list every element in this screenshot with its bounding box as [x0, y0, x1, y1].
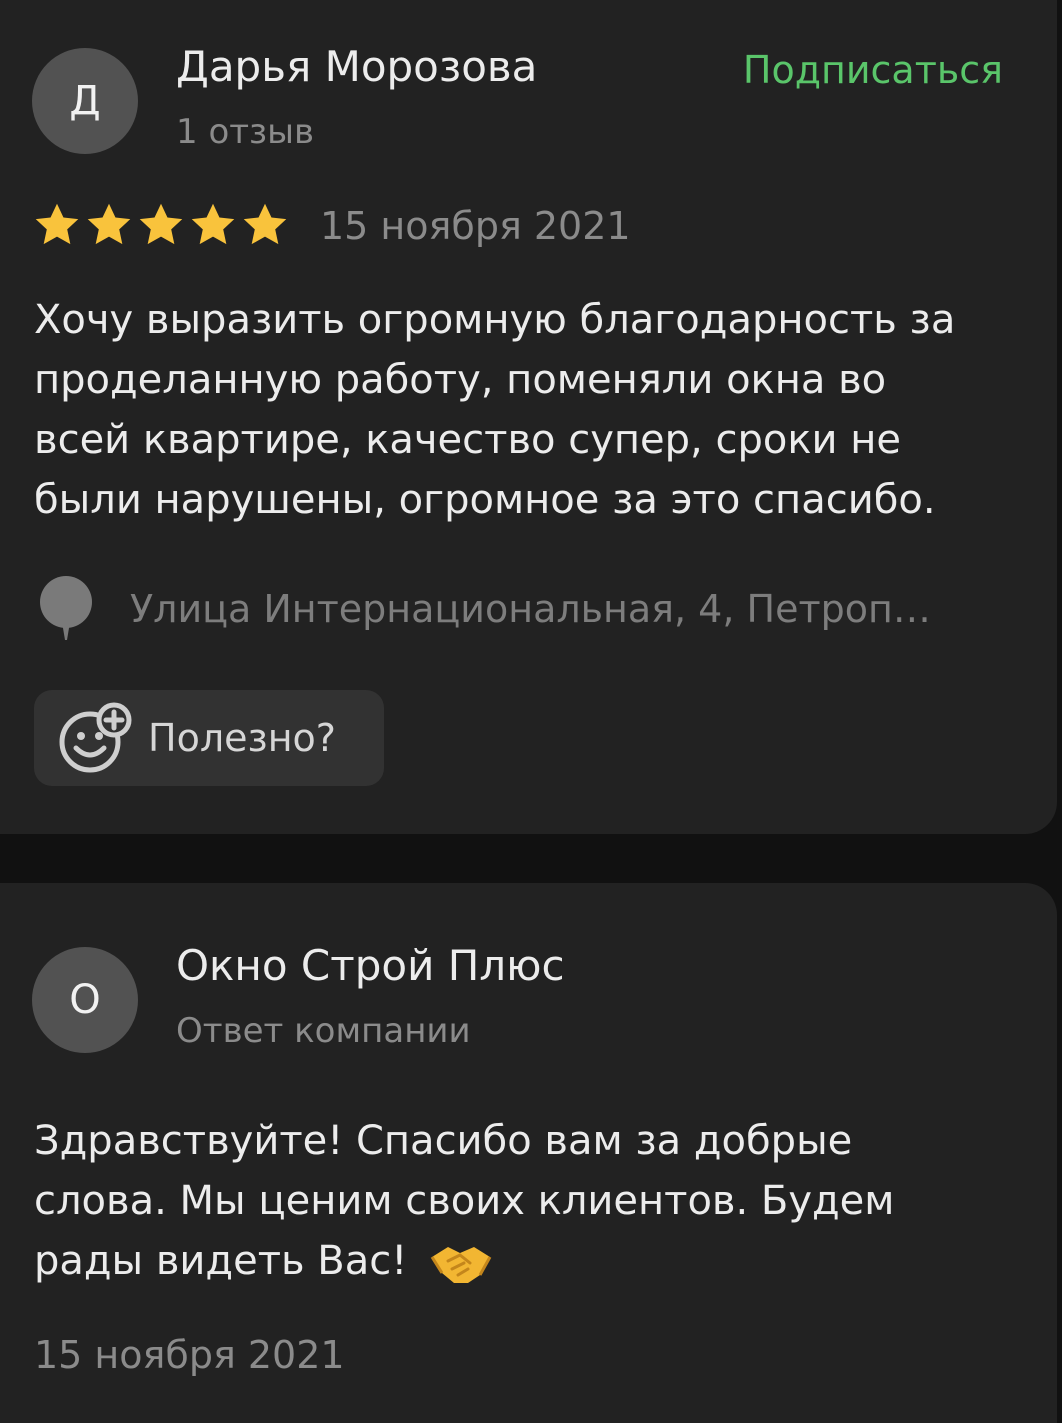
author-name[interactable]: Дарья Морозова — [176, 42, 537, 91]
address-text: Улица Интернациональная, 4, Петроп… — [130, 587, 931, 631]
reply-text-block: Здравствуйте! Спасибо вам за добрые слов… — [34, 1111, 964, 1291]
star-icon — [191, 203, 235, 245]
reviews-count: 1 отзыв — [176, 112, 315, 152]
company-avatar[interactable]: О — [32, 947, 138, 1053]
smile-plus-icon — [59, 702, 132, 773]
star-icon — [139, 203, 183, 245]
reply-label: Ответ компании — [176, 1011, 471, 1051]
address-row[interactable]: Улица Интернациональная, 4, Петроп… — [38, 576, 1010, 642]
subscribe-button[interactable]: Подписаться — [743, 48, 1003, 92]
useful-label: Полезно? — [148, 716, 336, 760]
review-date: 15 ноября 2021 — [320, 204, 631, 248]
avatar-letter: О — [69, 977, 101, 1023]
star-icon — [87, 203, 131, 245]
company-reply-card: О Окно Строй Плюс Ответ компании Здравст… — [0, 883, 1057, 1423]
company-name[interactable]: Окно Строй Плюс — [176, 941, 565, 990]
review-text: Хочу выразить огромную благодарность за … — [34, 297, 956, 523]
reply-date: 15 ноября 2021 — [34, 1333, 345, 1377]
avatar-letter: Д — [69, 78, 101, 124]
star-icon — [243, 203, 287, 245]
location-pin-icon — [40, 576, 92, 640]
avatar[interactable]: Д — [32, 48, 138, 154]
review-card: Д Дарья Морозова 1 отзыв Подписаться 15 … — [0, 0, 1057, 834]
useful-button[interactable]: Полезно? — [34, 690, 384, 786]
rating-stars — [32, 200, 290, 250]
handshake-icon — [430, 1247, 492, 1283]
star-icon — [35, 203, 79, 245]
